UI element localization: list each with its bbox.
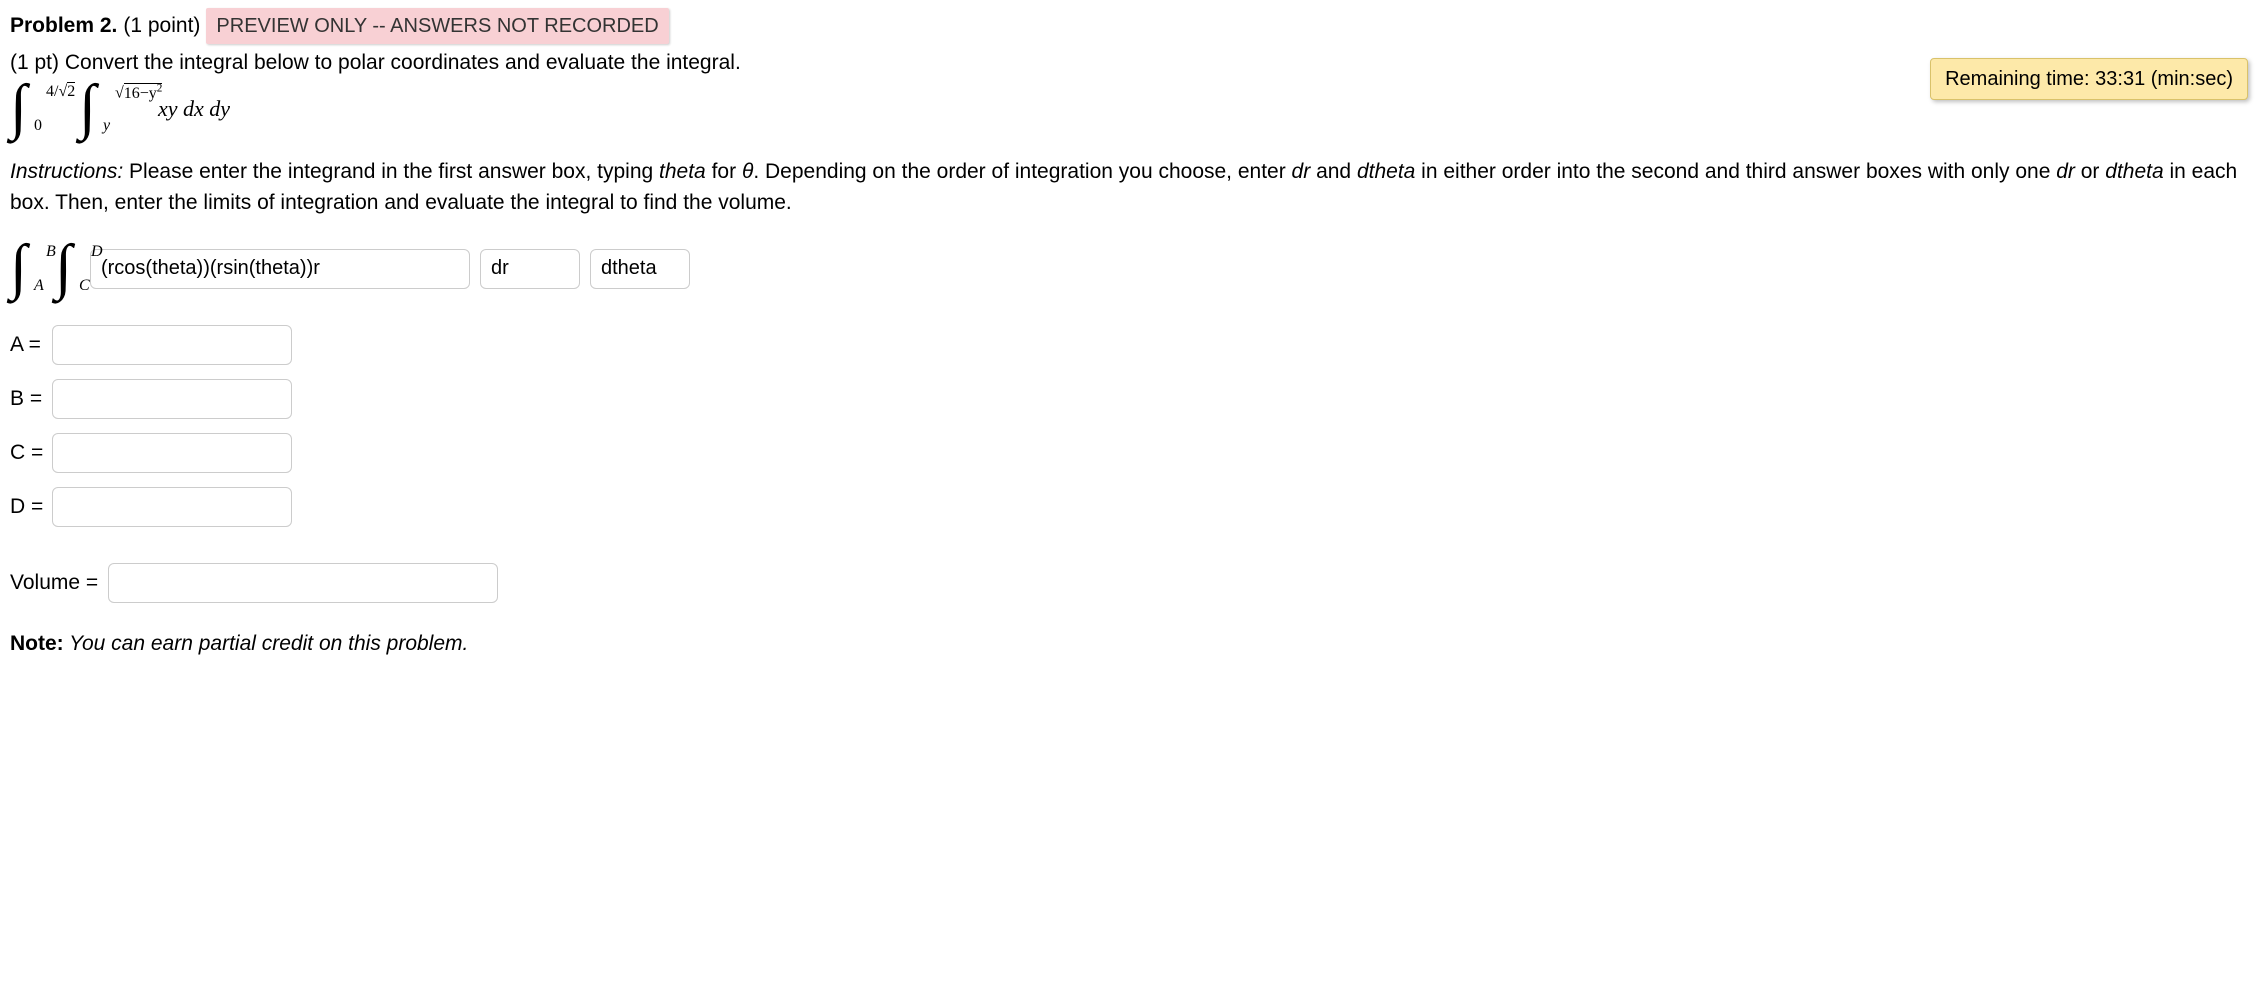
limit-b-label: B = (10, 384, 44, 413)
integral-symbol: ∫ (79, 73, 96, 141)
instructions-lead: Instructions: (10, 160, 123, 183)
inner-upper-limit: √16−y2 (115, 81, 162, 105)
volume-label: Volume = (10, 568, 98, 597)
problem-prompt: (1 pt) Convert the integral below to pol… (10, 48, 2248, 77)
volume-row: Volume = (10, 563, 2248, 603)
limit-d-row: D = (10, 487, 2248, 527)
answer-outer-lower: A (34, 275, 44, 297)
limit-b-row: B = (10, 379, 2248, 419)
problem-header: Problem 2. (1 point) PREVIEW ONLY -- ANS… (10, 8, 2248, 44)
limit-a-label: A = (10, 330, 44, 359)
limit-d-label: D = (10, 492, 44, 521)
answer-outer-integral: ∫ B A (10, 243, 31, 295)
limit-c-row: C = (10, 433, 2248, 473)
prompt-points: (1 pt) (10, 51, 59, 74)
answer-integral-row: ∫ B A ∫ D C (10, 243, 2248, 295)
outer-lower-limit: 0 (34, 115, 42, 137)
problem-points: (1 point) (123, 11, 200, 40)
limit-b-input[interactable] (52, 379, 292, 419)
integral-symbol: ∫ (10, 73, 27, 141)
outer-upper-limit: 4/√2 (46, 81, 75, 103)
integral-symbol: ∫ (55, 233, 72, 301)
instructions-text: Instructions: Please enter the integrand… (10, 156, 2248, 219)
remaining-time-badge: Remaining time: 33:31 (min:sec) (1930, 58, 2248, 100)
partial-credit-note: Note: You can earn partial credit on thi… (10, 629, 2248, 658)
limit-a-input[interactable] (52, 325, 292, 365)
inner-integral: ∫ √16−y2 y (79, 83, 100, 135)
integrand: xy dx dy (158, 94, 230, 125)
answer-inner-lower: C (79, 275, 90, 297)
problem-title: Problem 2. (10, 11, 117, 40)
note-text: You can earn partial credit on this prob… (64, 632, 469, 655)
preview-badge: PREVIEW ONLY -- ANSWERS NOT RECORDED (206, 8, 668, 44)
answer-inner-integral: ∫ D C (55, 243, 76, 295)
answer-inner-upper: D (91, 241, 103, 263)
volume-input[interactable] (108, 563, 498, 603)
original-integral: ∫ 4/√2 0 ∫ √16−y2 y xy dx dy (10, 83, 2248, 135)
limit-c-label: C = (10, 438, 44, 467)
answer-integral-symbols: ∫ B A ∫ D C (10, 243, 80, 295)
integral-symbol: ∫ (10, 233, 27, 301)
differential-2-input[interactable] (590, 249, 690, 289)
limit-d-input[interactable] (52, 487, 292, 527)
limit-c-input[interactable] (52, 433, 292, 473)
differential-1-input[interactable] (480, 249, 580, 289)
prompt-text: Convert the integral below to polar coor… (65, 51, 741, 74)
limit-a-row: A = (10, 325, 2248, 365)
note-lead: Note: (10, 632, 64, 655)
inner-lower-limit: y (103, 115, 110, 137)
integrand-input[interactable] (90, 249, 470, 289)
outer-integral: ∫ 4/√2 0 (10, 83, 31, 135)
